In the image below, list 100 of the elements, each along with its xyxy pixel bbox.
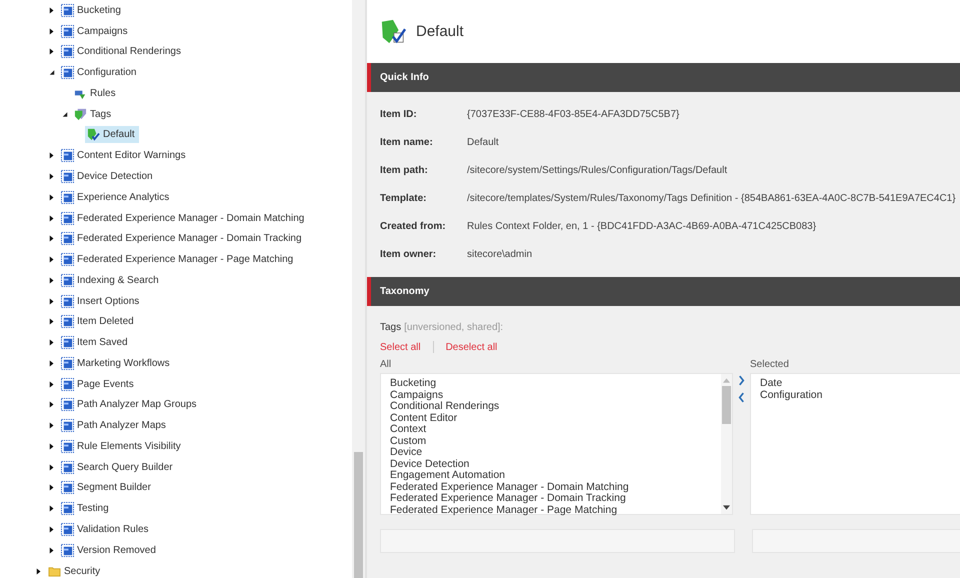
- list-item[interactable]: Bucketing: [390, 378, 721, 390]
- tree-item[interactable]: Validation Rules: [61, 521, 153, 538]
- tree-item[interactable]: Federated Experience Manager - Domain Matching: [61, 210, 308, 227]
- item-icon: [61, 45, 74, 58]
- list-item[interactable]: Content Editor: [390, 412, 721, 424]
- list-item[interactable]: Engagement Automation: [390, 470, 721, 482]
- collapse-arrow-icon[interactable]: [49, 69, 55, 76]
- chevron-left-icon[interactable]: [738, 392, 745, 403]
- expand-arrow-icon[interactable]: [49, 276, 55, 284]
- tree-item[interactable]: Security: [48, 562, 104, 578]
- tree-item[interactable]: Rules: [74, 84, 120, 102]
- tree-item[interactable]: Device Detection: [61, 168, 157, 185]
- list-box[interactable]: Date Configuration: [750, 373, 960, 515]
- expand-arrow-icon[interactable]: [49, 318, 55, 326]
- tree-item[interactable]: Search Query Builder: [61, 458, 177, 476]
- scrollbar-thumb[interactable]: [354, 452, 363, 578]
- expand-arrow-icon[interactable]: [49, 298, 55, 305]
- tree-item[interactable]: Insert Options: [61, 292, 144, 310]
- expand-arrow-icon[interactable]: [49, 48, 55, 56]
- tree-item[interactable]: Conditional Renderings: [61, 43, 185, 60]
- tree-item[interactable]: Content Editor Warnings: [61, 147, 190, 164]
- expand-arrow-icon[interactable]: [49, 442, 55, 450]
- tree-item[interactable]: Federated Experience Manager - Domain Tracking: [61, 230, 306, 248]
- item-icon: [61, 294, 74, 308]
- list-item[interactable]: Custom: [390, 436, 721, 447]
- tree-item[interactable]: Experience Analytics: [61, 188, 174, 206]
- tree-item[interactable]: Item Saved: [61, 334, 132, 352]
- tree-item[interactable]: Version Removed: [61, 542, 160, 559]
- field-value: Default: [467, 136, 500, 148]
- item-icon: [61, 253, 74, 266]
- item-icon: [61, 4, 74, 17]
- expand-arrow-icon[interactable]: [49, 464, 55, 471]
- list-item[interactable]: Conditional Renderings: [390, 401, 721, 412]
- list-item[interactable]: Device: [390, 447, 721, 458]
- list-item[interactable]: Federated Experience Manager - Page Matching: [390, 504, 721, 516]
- item-icon: [61, 170, 74, 183]
- collapse-arrow-icon[interactable]: [62, 110, 68, 118]
- tree-item[interactable]: Item Deleted: [61, 313, 138, 330]
- expand-arrow-icon[interactable]: [49, 484, 55, 492]
- item-icon: [61, 24, 74, 38]
- scroll-down-icon[interactable]: [723, 505, 730, 510]
- item-icon: [61, 419, 74, 432]
- tree-item[interactable]: Path Analyzer Maps: [61, 417, 170, 434]
- field-label: Item path:: [380, 164, 429, 176]
- expand-arrow-icon[interactable]: [49, 6, 55, 14]
- expand-arrow-icon[interactable]: [49, 526, 55, 534]
- link[interactable]: Select all: [380, 342, 421, 352]
- link[interactable]: Deselect all: [446, 342, 498, 352]
- tree-item[interactable]: Configuration: [61, 64, 140, 82]
- tree-item[interactable]: Page Events: [61, 376, 138, 393]
- tree-item[interactable]: Tags: [74, 106, 116, 123]
- tree-item[interactable]: Marketing Workflows: [61, 354, 174, 372]
- tree-item[interactable]: Bucketing: [61, 2, 125, 19]
- expand-arrow-icon[interactable]: [49, 28, 55, 35]
- expand-arrow-icon[interactable]: [49, 422, 55, 430]
- list-item[interactable]: Configuration: [760, 390, 960, 401]
- list-item[interactable]: Context: [390, 424, 721, 436]
- expand-arrow-icon[interactable]: [49, 173, 55, 180]
- expand-arrow-icon[interactable]: [49, 214, 55, 222]
- field-note: [unversioned, shared]:: [404, 322, 504, 332]
- tree-item[interactable]: Segment Builder: [61, 479, 155, 496]
- item-icon: [61, 232, 74, 246]
- tags-icon: [74, 108, 87, 121]
- item-icon: [61, 336, 74, 350]
- section-header[interactable]: Taxonomy: [367, 277, 960, 306]
- expand-arrow-icon[interactable]: [49, 380, 55, 388]
- list-item[interactable]: Federated Experience Manager - Domain Matching: [390, 482, 721, 493]
- item-icon: [61, 544, 74, 557]
- list-item[interactable]: Federated Experience Manager - Domain Tracking: [390, 493, 721, 504]
- field-label: Template:: [380, 192, 428, 204]
- expand-arrow-icon[interactable]: [36, 568, 42, 575]
- expand-arrow-icon[interactable]: [49, 152, 55, 160]
- section-header[interactable]: Quick Info: [367, 63, 960, 92]
- tree-item[interactable]: Campaigns: [61, 22, 132, 40]
- expand-arrow-icon[interactable]: [49, 256, 55, 264]
- tree-item[interactable]: Indexing & Search: [61, 272, 163, 289]
- expand-arrow-icon[interactable]: [49, 505, 55, 512]
- list-box[interactable]: [380, 373, 733, 515]
- tree-item[interactable]: Testing: [61, 500, 113, 518]
- tree-item[interactable]: Rule Elements Visibility: [61, 438, 185, 455]
- expand-arrow-icon[interactable]: [49, 235, 55, 242]
- list-item[interactable]: Date: [760, 378, 960, 390]
- item-icon: [61, 398, 74, 412]
- expand-arrow-icon[interactable]: [49, 194, 55, 201]
- field-value: {7037E33F-CE88-4F03-85E4-AFA3DD75C5B7}: [467, 108, 680, 120]
- expand-arrow-icon[interactable]: [49, 546, 55, 554]
- expand-arrow-icon[interactable]: [49, 401, 55, 408]
- tree-item[interactable]: Default: [85, 126, 139, 144]
- item-icon: [61, 66, 74, 80]
- tree-item[interactable]: Path Analyzer Map Groups: [61, 396, 201, 414]
- scrollbar[interactable]: [721, 374, 732, 514]
- chevron-right-icon[interactable]: [738, 375, 745, 386]
- list-item[interactable]: Device Detection: [390, 458, 721, 470]
- list-item[interactable]: Campaigns: [390, 390, 721, 401]
- tree-item[interactable]: Federated Experience Manager - Page Matching: [61, 251, 298, 268]
- scrollbar-thumb[interactable]: [722, 386, 731, 424]
- field-label: Created from:: [380, 220, 447, 232]
- expand-arrow-icon[interactable]: [49, 339, 55, 346]
- expand-arrow-icon[interactable]: [49, 360, 55, 367]
- list-label: All: [380, 359, 392, 372]
